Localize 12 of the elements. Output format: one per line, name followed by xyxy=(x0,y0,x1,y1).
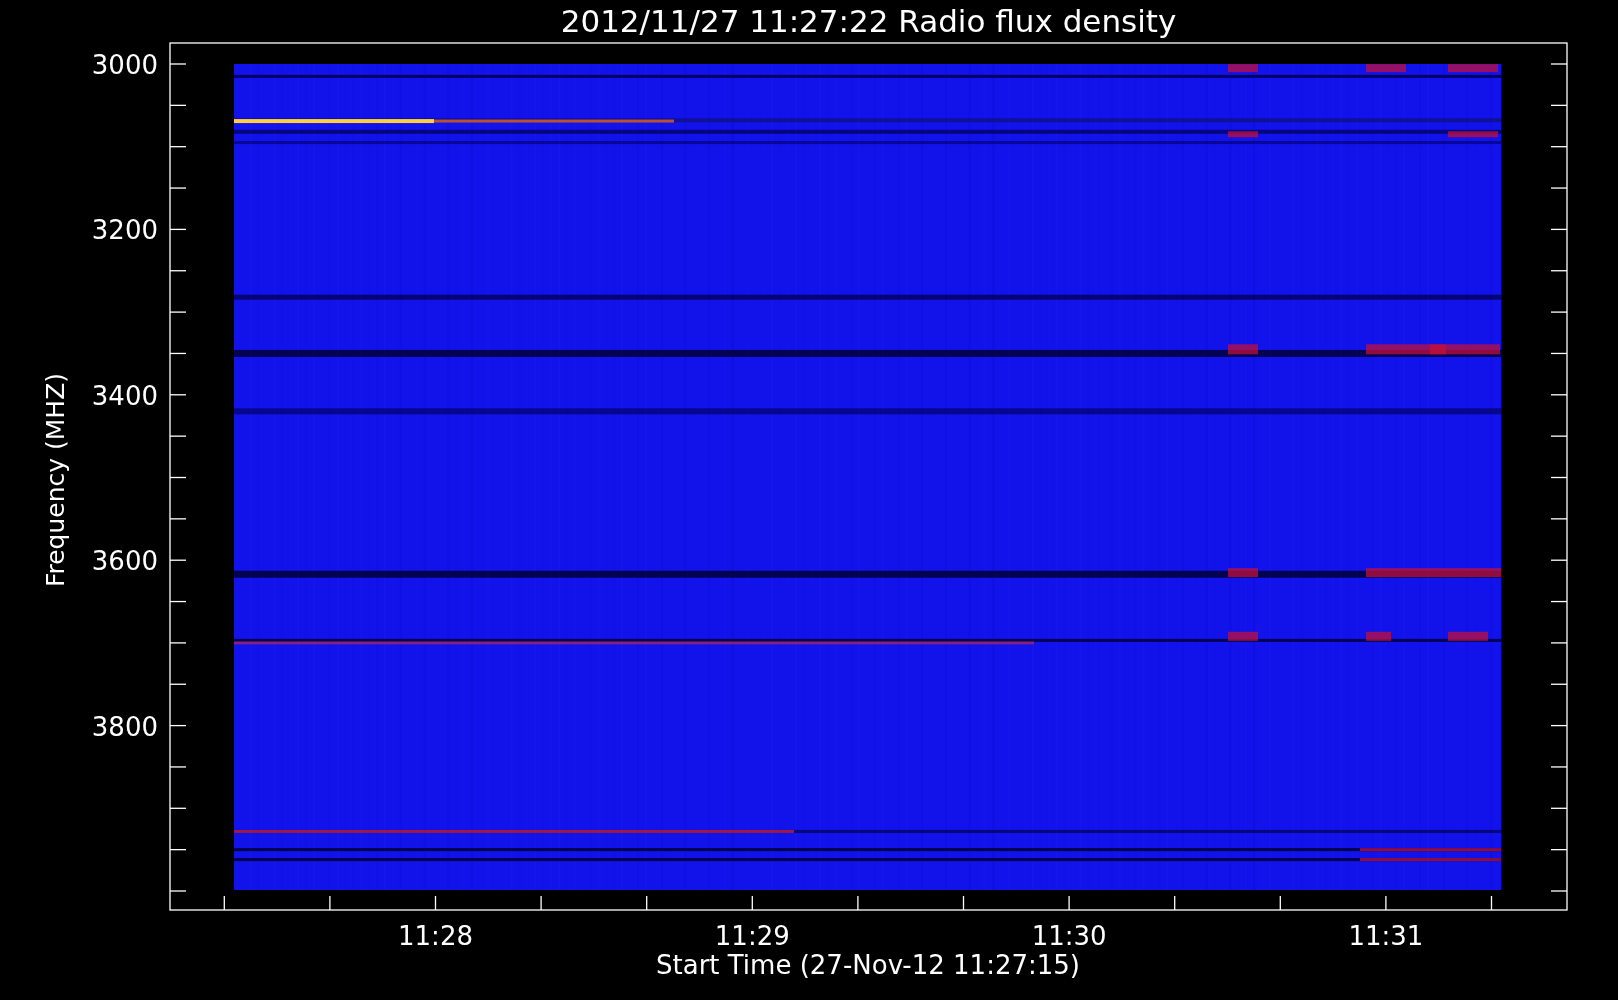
y-tick-label: 3000 xyxy=(91,50,158,80)
x-tick-label: 11:29 xyxy=(714,921,790,951)
y-axis-label: Frequency (MHZ) xyxy=(41,372,70,588)
x-tick-label: 11:31 xyxy=(1348,921,1424,951)
x-tick-label: 11:28 xyxy=(398,921,473,951)
y-tick-label: 3400 xyxy=(91,380,158,411)
chart-title: 2012/11/27 11:27:22 Radio flux density xyxy=(560,3,1177,39)
x-axis-label: Start Time (27-Nov-12 11:27:15) xyxy=(656,950,1080,980)
y-tick-label: 3200 xyxy=(91,215,158,246)
y-tick-label: 3600 xyxy=(91,546,158,577)
x-tick-label: 11:30 xyxy=(1031,921,1107,951)
y-tick-label: 3800 xyxy=(91,711,158,742)
